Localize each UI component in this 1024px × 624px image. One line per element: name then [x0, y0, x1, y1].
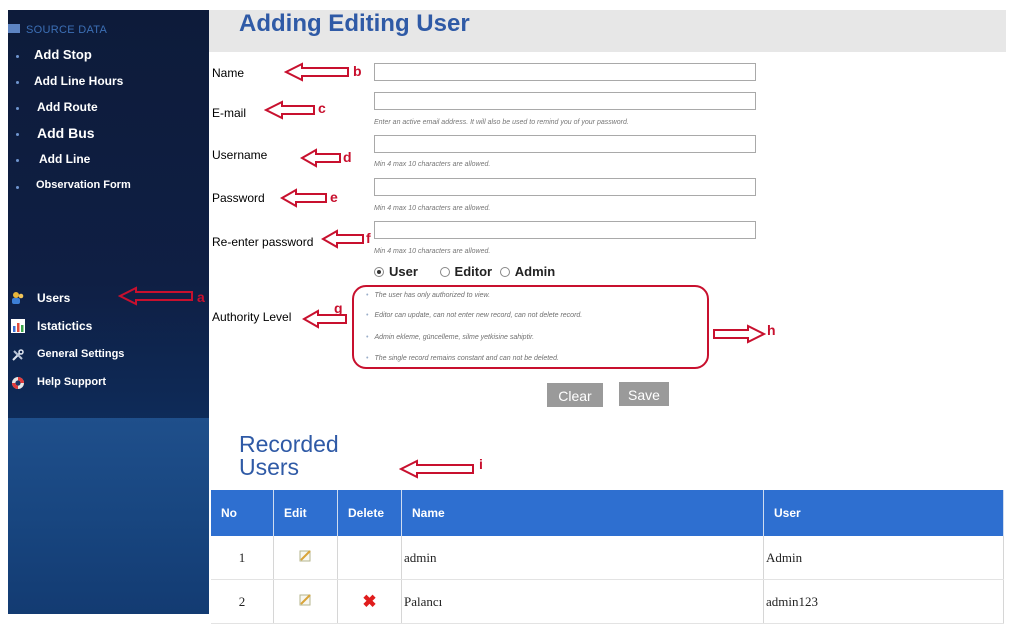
bullet-icon — [16, 81, 19, 84]
password-field[interactable] — [374, 178, 756, 196]
username-field[interactable] — [374, 135, 756, 153]
bullet-icon — [16, 133, 19, 136]
authority-desc-user: The user has only authorized to view. — [366, 292, 490, 299]
email-hint: Enter an active email address. It will a… — [374, 119, 629, 126]
bullet-icon — [16, 107, 19, 110]
edit-button[interactable] — [273, 579, 338, 624]
column-header-name: Name — [401, 490, 764, 536]
sidebar-item-add-stop[interactable]: Add Stop — [34, 47, 92, 62]
authority-level-label: Authority Level — [212, 310, 292, 324]
annotation-arrow-e — [280, 188, 327, 208]
sidebar-item-add-line-hours[interactable]: Add Line Hours — [34, 74, 123, 88]
authority-radio-group: User Editor Admin — [374, 264, 567, 279]
annotation-arrow-f — [321, 229, 364, 249]
annotation-arrow-i — [399, 459, 474, 479]
annotation-label-a: a — [197, 289, 205, 305]
row-user: admin123 — [763, 579, 1004, 624]
email-label: E-mail — [212, 106, 247, 120]
reenter-password-hint: Min 4 max 10 characters are allowed. — [374, 248, 491, 255]
authority-desc-single-record: The single record remains constant and c… — [366, 355, 558, 362]
annotation-arrow-c — [264, 100, 315, 120]
annotation-label-b: b — [353, 63, 362, 79]
page-title: Adding Editing User — [239, 10, 470, 37]
email-field[interactable] — [374, 92, 756, 110]
users-icon — [11, 291, 25, 305]
annotation-arrow-d — [300, 148, 341, 168]
delete-cell-empty — [337, 536, 402, 580]
annotation-label-e: e — [330, 189, 338, 205]
role-option-editor[interactable]: Editor — [439, 264, 492, 279]
edit-button[interactable] — [273, 536, 338, 580]
row-name: admin — [401, 536, 764, 580]
row-user: Admin — [763, 536, 1004, 580]
sidebar-item-add-bus[interactable]: Add Bus — [37, 125, 95, 141]
reenter-password-label: Re-enter password — [212, 235, 314, 249]
sidebar-lower-band — [8, 418, 209, 614]
tools-icon — [11, 348, 25, 362]
column-header-user: User — [763, 490, 1004, 536]
sidebar-item-users[interactable]: Users — [37, 291, 70, 305]
sidebar-section-title: SOURCE DATA — [26, 24, 108, 36]
table-row: 2 ✖ Palancı admin123 — [211, 579, 1004, 624]
table-header-row: No Edit Delete Name User — [211, 490, 1004, 536]
app-window: SOURCE DATA Add Stop Add Line Hours Add … — [0, 0, 1024, 624]
sidebar-item-observation-form[interactable]: Observation Form — [36, 179, 131, 191]
sidebar-item-add-route[interactable]: Add Route — [37, 100, 98, 114]
password-label: Password — [212, 191, 265, 205]
annotation-label-f: f — [366, 230, 371, 246]
delete-button[interactable]: ✖ — [337, 579, 402, 624]
sidebar-item-istatictics[interactable]: Istatictics — [37, 319, 92, 333]
bullet-icon — [16, 55, 19, 58]
name-label: Name — [212, 66, 245, 80]
table-row: 1 admin Admin — [211, 536, 1004, 580]
edit-icon[interactable] — [299, 549, 312, 562]
annotation-arrow-h — [713, 324, 766, 344]
annotation-label-h: h — [767, 322, 776, 338]
recorded-users-title: Recorded Users — [239, 431, 339, 480]
lifebuoy-icon — [11, 376, 25, 390]
annotation-label-c: c — [318, 100, 326, 116]
role-option-user[interactable]: User — [374, 264, 418, 279]
sidebar: SOURCE DATA Add Stop Add Line Hours Add … — [8, 10, 209, 614]
chart-icon — [11, 319, 25, 333]
edit-icon[interactable] — [299, 593, 312, 606]
recorded-users-table: No Edit Delete Name User 1 admin Admin 2 — [211, 490, 1004, 624]
annotation-arrow-b — [284, 62, 349, 82]
authority-desc-editor: Editor can update, can not enter new rec… — [366, 312, 582, 319]
radio-icon[interactable] — [499, 267, 510, 277]
annotation-label-i: i — [479, 456, 483, 472]
save-button[interactable]: Save — [619, 382, 669, 406]
sidebar-item-help-support[interactable]: Help Support — [37, 376, 106, 388]
column-header-edit: Edit — [273, 490, 338, 536]
role-option-admin[interactable]: Admin — [499, 264, 555, 279]
password-hint: Min 4 max 10 characters are allowed. — [374, 205, 491, 212]
column-header-delete: Delete — [337, 490, 402, 536]
reenter-password-field[interactable] — [374, 221, 756, 239]
annotation-label-d: d — [343, 149, 352, 165]
bullet-icon — [16, 159, 19, 162]
authority-desc-admin: Admin ekleme, güncelleme, silme yetkisin… — [366, 334, 534, 341]
annotation-label-g: g — [334, 300, 343, 316]
row-name: Palancı — [401, 579, 764, 624]
name-field[interactable] — [374, 63, 756, 81]
column-header-no: No — [211, 490, 274, 536]
sidebar-item-general-settings[interactable]: General Settings — [37, 348, 124, 360]
row-no: 2 — [211, 579, 274, 624]
clear-button[interactable]: Clear — [547, 383, 603, 407]
page-header: Adding Editing User — [209, 10, 1006, 52]
radio-icon[interactable] — [374, 267, 384, 277]
radio-icon[interactable] — [439, 267, 450, 277]
row-no: 1 — [211, 536, 274, 580]
username-label: Username — [212, 148, 268, 162]
delete-icon[interactable]: ✖ — [362, 592, 376, 611]
annotation-arrow-a — [118, 286, 193, 306]
username-hint: Min 4 max 10 characters are allowed. — [374, 161, 491, 168]
source-data-icon — [8, 24, 20, 33]
bullet-icon — [16, 186, 19, 189]
sidebar-item-add-line[interactable]: Add Line — [39, 152, 90, 166]
